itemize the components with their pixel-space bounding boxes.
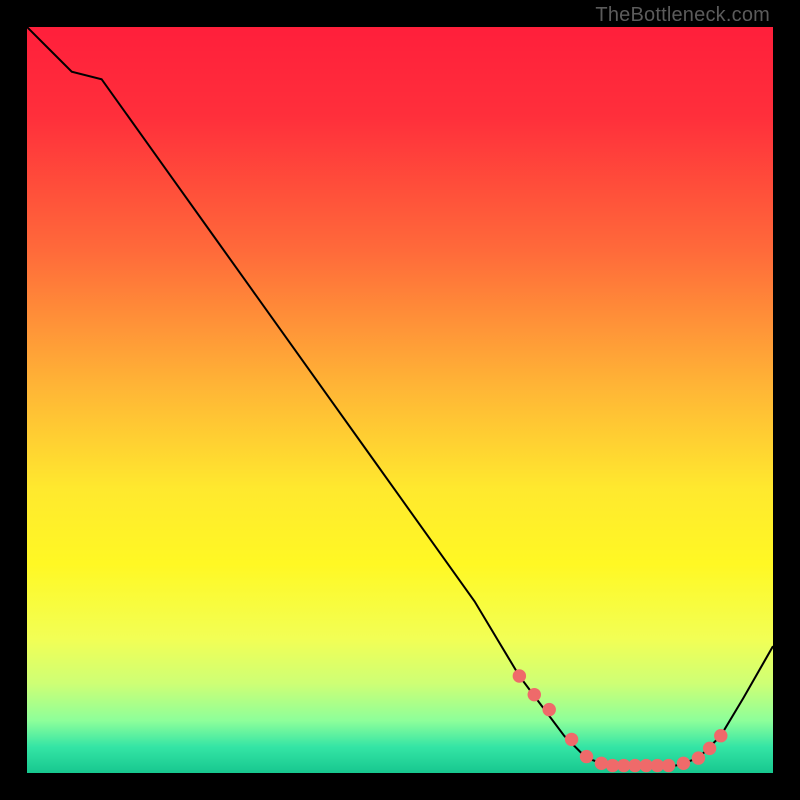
chart-frame: TheBottleneck.com: [0, 0, 800, 800]
marker-point: [528, 688, 541, 701]
marker-point: [542, 703, 555, 716]
curve-path: [27, 27, 773, 766]
marker-point: [513, 669, 526, 682]
marker-point: [692, 751, 705, 764]
marker-point: [595, 757, 608, 770]
marker-group: [513, 669, 728, 772]
chart-plot-area: [27, 27, 773, 773]
marker-point: [580, 750, 593, 763]
marker-point: [565, 733, 578, 746]
watermark-text: TheBottleneck.com: [595, 4, 770, 27]
marker-point: [714, 729, 727, 742]
marker-point: [703, 742, 716, 755]
bottleneck-curve: [27, 27, 773, 773]
marker-point: [677, 757, 690, 770]
marker-point: [662, 759, 675, 772]
